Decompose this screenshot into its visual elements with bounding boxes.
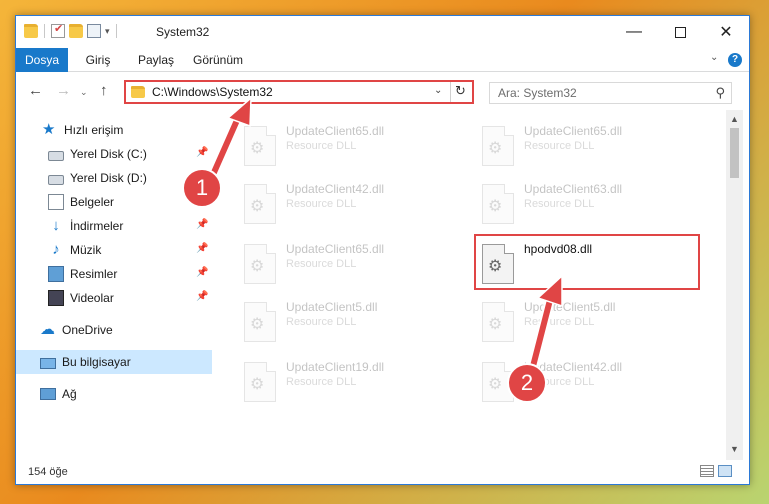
step-badge-1: 1 [182, 168, 222, 208]
annotation-arrows [203, 96, 563, 383]
arrow-2 [525, 274, 563, 383]
step-badge-2: 2 [507, 363, 547, 403]
